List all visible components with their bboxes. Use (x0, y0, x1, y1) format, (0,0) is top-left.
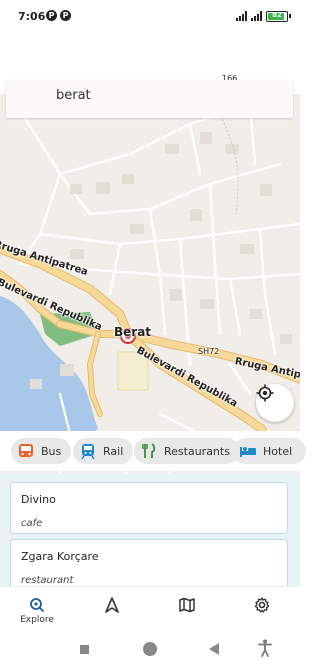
list-item[interactable]: Zgara Korçare restaurant (10, 539, 288, 586)
accessibility-icon (258, 639, 272, 657)
search-bar[interactable] (6, 80, 293, 118)
chip-rail[interactable]: Rail (73, 438, 134, 464)
chip-label: Restaurants (164, 444, 230, 458)
chip-bus[interactable]: Bus (11, 438, 72, 464)
system-navigation-bar (0, 631, 300, 667)
navigation-arrow-icon (105, 597, 119, 613)
chip-hotel[interactable]: Hotel (233, 438, 307, 464)
accessibility-button[interactable] (258, 639, 272, 661)
status-icons: 82 (236, 10, 291, 22)
list-item[interactable]: Divino cafe (10, 482, 288, 534)
back-button[interactable] (209, 643, 219, 655)
cutlery-icon (140, 442, 158, 460)
app-notification-icon: P (60, 10, 71, 21)
chip-restaurants[interactable]: Restaurants (134, 438, 240, 464)
crosshair-icon (256, 384, 274, 402)
road-number-label: SH72 (198, 347, 220, 356)
signal-icon (236, 11, 247, 21)
gear-icon (254, 597, 270, 613)
battery-level: 82 (272, 10, 282, 19)
status-bar: 7:06 P P 82 (0, 0, 300, 34)
my-location-button[interactable] (256, 384, 294, 422)
status-time: 7:06 (18, 10, 46, 23)
search-input[interactable] (56, 88, 276, 103)
signal-icon (251, 11, 262, 21)
app-notification-icon: P (46, 10, 57, 21)
train-icon (79, 442, 97, 460)
nav-directions[interactable] (82, 587, 142, 632)
bed-icon (239, 442, 257, 460)
category-chips: Bus Rail Restaurants Hotel (0, 431, 307, 471)
explore-icon (30, 598, 45, 613)
place-name: Zgara Korçare (21, 550, 99, 563)
town-label: Berat (114, 325, 152, 339)
home-button[interactable] (143, 642, 157, 656)
chip-label: Hotel (263, 444, 293, 458)
place-name: Divino (21, 493, 56, 506)
bus-icon (17, 442, 35, 460)
nav-explore-label: Explore (20, 615, 54, 625)
bottom-navigation: Explore (0, 586, 300, 631)
results-list: Divino cafe Zgara Korçare restaurant (0, 473, 300, 586)
map-icon (179, 597, 195, 613)
nav-settings[interactable] (232, 587, 292, 632)
nav-explore[interactable]: Explore (7, 587, 67, 632)
chip-label: Bus (41, 444, 62, 458)
chip-label: Rail (103, 444, 124, 458)
nav-map[interactable] (157, 587, 217, 632)
recents-button[interactable] (80, 645, 89, 654)
place-type: restaurant (21, 575, 74, 586)
battery-icon: 82 (266, 10, 291, 22)
place-type: cafe (21, 518, 43, 529)
